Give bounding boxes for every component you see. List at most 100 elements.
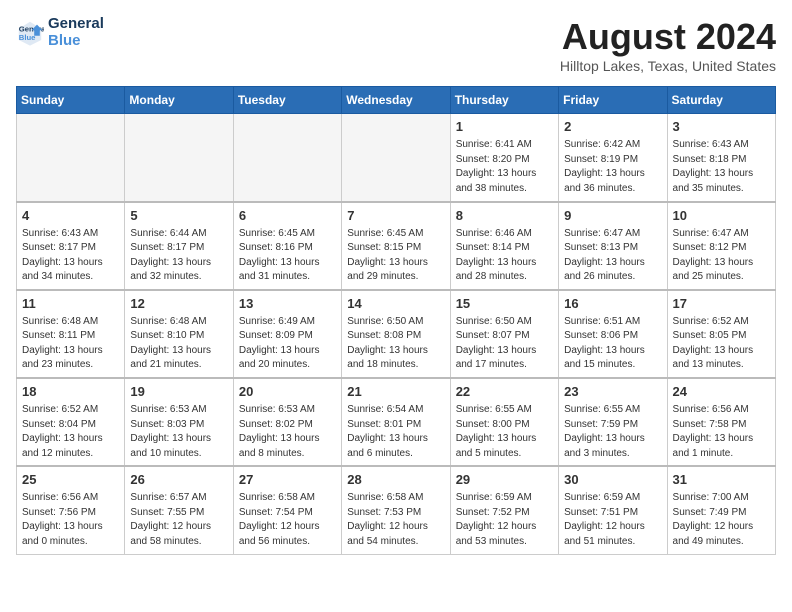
calendar-cell: 4 Sunrise: 6:43 AM Sunset: 8:17 PM Daylig… xyxy=(17,202,125,290)
calendar-cell: 7 Sunrise: 6:45 AM Sunset: 8:15 PM Daylig… xyxy=(342,202,450,290)
day-number: 24 xyxy=(673,383,770,401)
day-number: 5 xyxy=(130,207,227,225)
calendar-cell: 6 Sunrise: 6:45 AM Sunset: 8:16 PM Daylig… xyxy=(233,202,341,290)
weekday-header-friday: Friday xyxy=(559,87,667,114)
weekday-header-tuesday: Tuesday xyxy=(233,87,341,114)
day-number: 19 xyxy=(130,383,227,401)
day-info: Sunrise: 7:00 AM Sunset: 7:49 PM Dayligh… xyxy=(673,491,770,549)
day-number: 30 xyxy=(564,471,661,489)
day-info: Sunrise: 6:48 AM Sunset: 8:11 PM Dayligh… xyxy=(22,315,119,373)
week-row-1: 1Sunrise: 6:41 AM Sunset: 8:20 PM Daylig… xyxy=(17,114,776,202)
week-row-4: 18 Sunrise: 6:52 AM Sunset: 8:04 PM Dayli… xyxy=(17,378,776,466)
calendar-cell: 20 Sunrise: 6:53 AM Sunset: 8:02 PM Dayli… xyxy=(233,378,341,466)
day-number: 6 xyxy=(239,207,336,225)
day-number: 26 xyxy=(130,471,227,489)
week-row-3: 11Sunrise: 6:48 AM Sunset: 8:11 PM Dayli… xyxy=(17,290,776,378)
calendar-cell xyxy=(233,114,341,202)
calendar-cell: 17 Sunrise: 6:52 AM Sunset: 8:05 PM Dayli… xyxy=(667,290,775,378)
month-title: August 2024 xyxy=(560,16,776,58)
day-number: 14 xyxy=(347,295,444,313)
calendar-cell: 12 Sunrise: 6:48 AM Sunset: 8:10 PM Dayli… xyxy=(125,290,233,378)
calendar-cell xyxy=(125,114,233,202)
calendar-cell: 5Sunrise: 6:44 AM Sunset: 8:17 PM Daylig… xyxy=(125,202,233,290)
logo: General Blue General Blue xyxy=(16,16,104,49)
day-number: 13 xyxy=(239,295,336,313)
day-info: Sunrise: 6:41 AM Sunset: 8:20 PM Dayligh… xyxy=(456,138,553,196)
logo-icon: General Blue xyxy=(16,19,44,47)
day-number: 22 xyxy=(456,383,553,401)
day-number: 25 xyxy=(22,471,119,489)
day-info: Sunrise: 6:59 AM Sunset: 7:51 PM Dayligh… xyxy=(564,491,661,549)
day-info: Sunrise: 6:43 AM Sunset: 8:18 PM Dayligh… xyxy=(673,138,770,196)
day-number: 28 xyxy=(347,471,444,489)
day-number: 10 xyxy=(673,207,770,225)
svg-text:Blue: Blue xyxy=(19,33,36,42)
calendar-cell: 26 Sunrise: 6:57 AM Sunset: 7:55 PM Dayli… xyxy=(125,466,233,554)
day-info: Sunrise: 6:54 AM Sunset: 8:01 PM Dayligh… xyxy=(347,403,444,461)
weekday-header-saturday: Saturday xyxy=(667,87,775,114)
day-info: Sunrise: 6:50 AM Sunset: 8:08 PM Dayligh… xyxy=(347,315,444,373)
location: Hilltop Lakes, Texas, United States xyxy=(560,58,776,74)
day-info: Sunrise: 6:47 AM Sunset: 8:12 PM Dayligh… xyxy=(673,227,770,285)
calendar-cell: 10 Sunrise: 6:47 AM Sunset: 8:12 PM Dayli… xyxy=(667,202,775,290)
calendar-cell: 16 Sunrise: 6:51 AM Sunset: 8:06 PM Dayli… xyxy=(559,290,667,378)
day-number: 20 xyxy=(239,383,336,401)
day-info: Sunrise: 6:43 AM Sunset: 8:17 PM Dayligh… xyxy=(22,227,119,285)
day-info: Sunrise: 6:56 AM Sunset: 7:58 PM Dayligh… xyxy=(673,403,770,461)
calendar-cell: 29 Sunrise: 6:59 AM Sunset: 7:52 PM Dayli… xyxy=(450,466,558,554)
week-row-5: 25 Sunrise: 6:56 AM Sunset: 7:56 PM Dayli… xyxy=(17,466,776,554)
day-number: 15 xyxy=(456,295,553,313)
calendar-cell: 13Sunrise: 6:49 AM Sunset: 8:09 PM Dayli… xyxy=(233,290,341,378)
day-number: 8 xyxy=(456,207,553,225)
day-info: Sunrise: 6:45 AM Sunset: 8:16 PM Dayligh… xyxy=(239,227,336,285)
calendar-cell: 23 Sunrise: 6:55 AM Sunset: 7:59 PM Dayli… xyxy=(559,378,667,466)
calendar-cell: 3 Sunrise: 6:43 AM Sunset: 8:18 PM Daylig… xyxy=(667,114,775,202)
day-number: 16 xyxy=(564,295,661,313)
day-info: Sunrise: 6:47 AM Sunset: 8:13 PM Dayligh… xyxy=(564,227,661,285)
calendar-cell: 18 Sunrise: 6:52 AM Sunset: 8:04 PM Dayli… xyxy=(17,378,125,466)
day-info: Sunrise: 6:55 AM Sunset: 7:59 PM Dayligh… xyxy=(564,403,661,461)
calendar-cell: 22 Sunrise: 6:55 AM Sunset: 8:00 PM Dayli… xyxy=(450,378,558,466)
day-info: Sunrise: 6:51 AM Sunset: 8:06 PM Dayligh… xyxy=(564,315,661,373)
day-info: Sunrise: 6:52 AM Sunset: 8:05 PM Dayligh… xyxy=(673,315,770,373)
calendar-cell: 8Sunrise: 6:46 AM Sunset: 8:14 PM Daylig… xyxy=(450,202,558,290)
day-info: Sunrise: 6:50 AM Sunset: 8:07 PM Dayligh… xyxy=(456,315,553,373)
day-info: Sunrise: 6:58 AM Sunset: 7:54 PM Dayligh… xyxy=(239,491,336,549)
weekday-header-monday: Monday xyxy=(125,87,233,114)
calendar-cell: 30 Sunrise: 6:59 AM Sunset: 7:51 PM Dayli… xyxy=(559,466,667,554)
day-number: 2 xyxy=(564,118,661,136)
day-number: 31 xyxy=(673,471,770,489)
day-number: 17 xyxy=(673,295,770,313)
day-info: Sunrise: 6:48 AM Sunset: 8:10 PM Dayligh… xyxy=(130,315,227,373)
day-number: 4 xyxy=(22,207,119,225)
page-header: General Blue General Blue August 2024 Hi… xyxy=(16,16,776,74)
calendar-cell: 14 Sunrise: 6:50 AM Sunset: 8:08 PM Dayli… xyxy=(342,290,450,378)
logo-general: General xyxy=(48,16,104,33)
day-number: 12 xyxy=(130,295,227,313)
calendar-cell: 21Sunrise: 6:54 AM Sunset: 8:01 PM Dayli… xyxy=(342,378,450,466)
day-number: 18 xyxy=(22,383,119,401)
calendar-cell: 27Sunrise: 6:58 AM Sunset: 7:54 PM Dayli… xyxy=(233,466,341,554)
day-number: 23 xyxy=(564,383,661,401)
calendar-cell xyxy=(17,114,125,202)
day-number: 3 xyxy=(673,118,770,136)
day-info: Sunrise: 6:53 AM Sunset: 8:02 PM Dayligh… xyxy=(239,403,336,461)
day-info: Sunrise: 6:55 AM Sunset: 8:00 PM Dayligh… xyxy=(456,403,553,461)
calendar-cell: 11Sunrise: 6:48 AM Sunset: 8:11 PM Dayli… xyxy=(17,290,125,378)
day-info: Sunrise: 6:45 AM Sunset: 8:15 PM Dayligh… xyxy=(347,227,444,285)
calendar-cell: 2 Sunrise: 6:42 AM Sunset: 8:19 PM Daylig… xyxy=(559,114,667,202)
day-number: 7 xyxy=(347,207,444,225)
logo-blue: Blue xyxy=(48,33,104,50)
calendar-cell: 1Sunrise: 6:41 AM Sunset: 8:20 PM Daylig… xyxy=(450,114,558,202)
day-info: Sunrise: 6:57 AM Sunset: 7:55 PM Dayligh… xyxy=(130,491,227,549)
calendar-cell: 19Sunrise: 6:53 AM Sunset: 8:03 PM Dayli… xyxy=(125,378,233,466)
calendar-table: SundayMondayTuesdayWednesdayThursdayFrid… xyxy=(16,86,776,555)
day-info: Sunrise: 6:56 AM Sunset: 7:56 PM Dayligh… xyxy=(22,491,119,549)
calendar-cell: 31 Sunrise: 7:00 AM Sunset: 7:49 PM Dayli… xyxy=(667,466,775,554)
day-info: Sunrise: 6:52 AM Sunset: 8:04 PM Dayligh… xyxy=(22,403,119,461)
calendar-cell: 25 Sunrise: 6:56 AM Sunset: 7:56 PM Dayli… xyxy=(17,466,125,554)
day-number: 29 xyxy=(456,471,553,489)
day-info: Sunrise: 6:59 AM Sunset: 7:52 PM Dayligh… xyxy=(456,491,553,549)
day-info: Sunrise: 6:42 AM Sunset: 8:19 PM Dayligh… xyxy=(564,138,661,196)
calendar-cell: 24 Sunrise: 6:56 AM Sunset: 7:58 PM Dayli… xyxy=(667,378,775,466)
